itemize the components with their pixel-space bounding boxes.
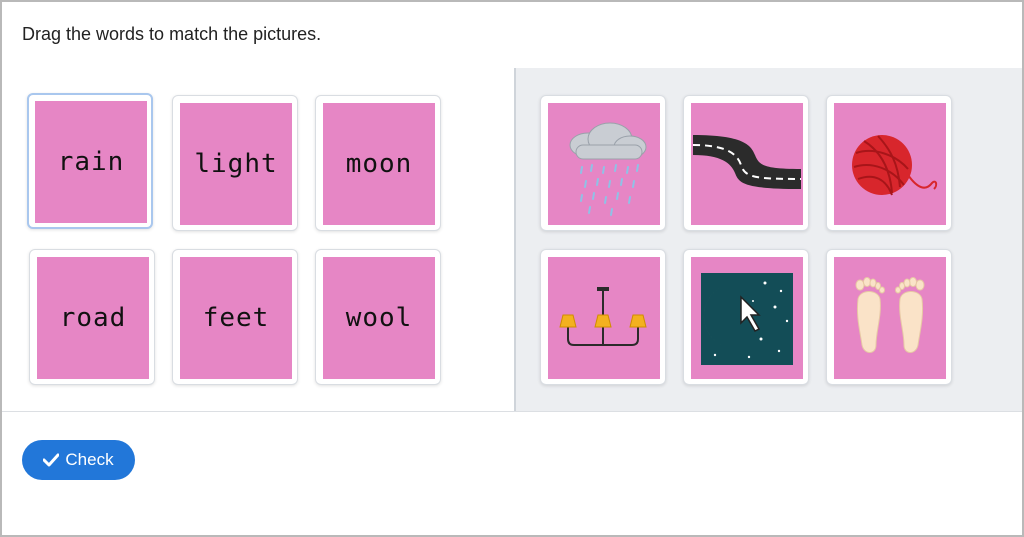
word-card-feet[interactable]: feet [172,249,298,385]
check-button[interactable]: Check [22,440,135,480]
divider-bottom [2,411,1022,412]
word-card-wool[interactable]: wool [315,249,441,385]
picture-slot-2[interactable] [683,95,809,231]
moon-night-icon [701,273,793,365]
road-icon [692,135,802,189]
word-label: road [59,303,127,333]
instruction-text: Drag the words to match the pictures. [22,24,322,44]
wool-ball-icon [852,135,938,196]
picture-slot-3[interactable] [826,95,952,231]
word-card-moon[interactable]: moon [315,95,441,231]
word-bank: rain light moon road feet wool [2,68,514,411]
feet-icon [855,277,925,353]
word-label: light [194,149,278,179]
activity-frame: Drag the words to match the pictures. ra… [0,0,1024,537]
word-label: rain [57,147,125,177]
picture-slot-4[interactable] [540,249,666,385]
check-button-label: Check [65,450,114,469]
word-card-road[interactable]: road [29,249,155,385]
chandelier-light-icon [559,287,647,346]
picture-slot-1[interactable] [540,95,666,231]
rain-cloud-icon [569,122,647,216]
picture-slot-5[interactable] [683,249,809,385]
word-card-light[interactable]: light [172,95,298,231]
word-label: wool [345,303,413,333]
checkmark-icon [43,453,60,467]
word-card-rain[interactable]: rain [27,93,153,229]
word-label: moon [345,149,413,179]
picture-slot-6[interactable] [826,249,952,385]
picture-targets [516,68,1022,411]
word-label: feet [202,303,270,333]
